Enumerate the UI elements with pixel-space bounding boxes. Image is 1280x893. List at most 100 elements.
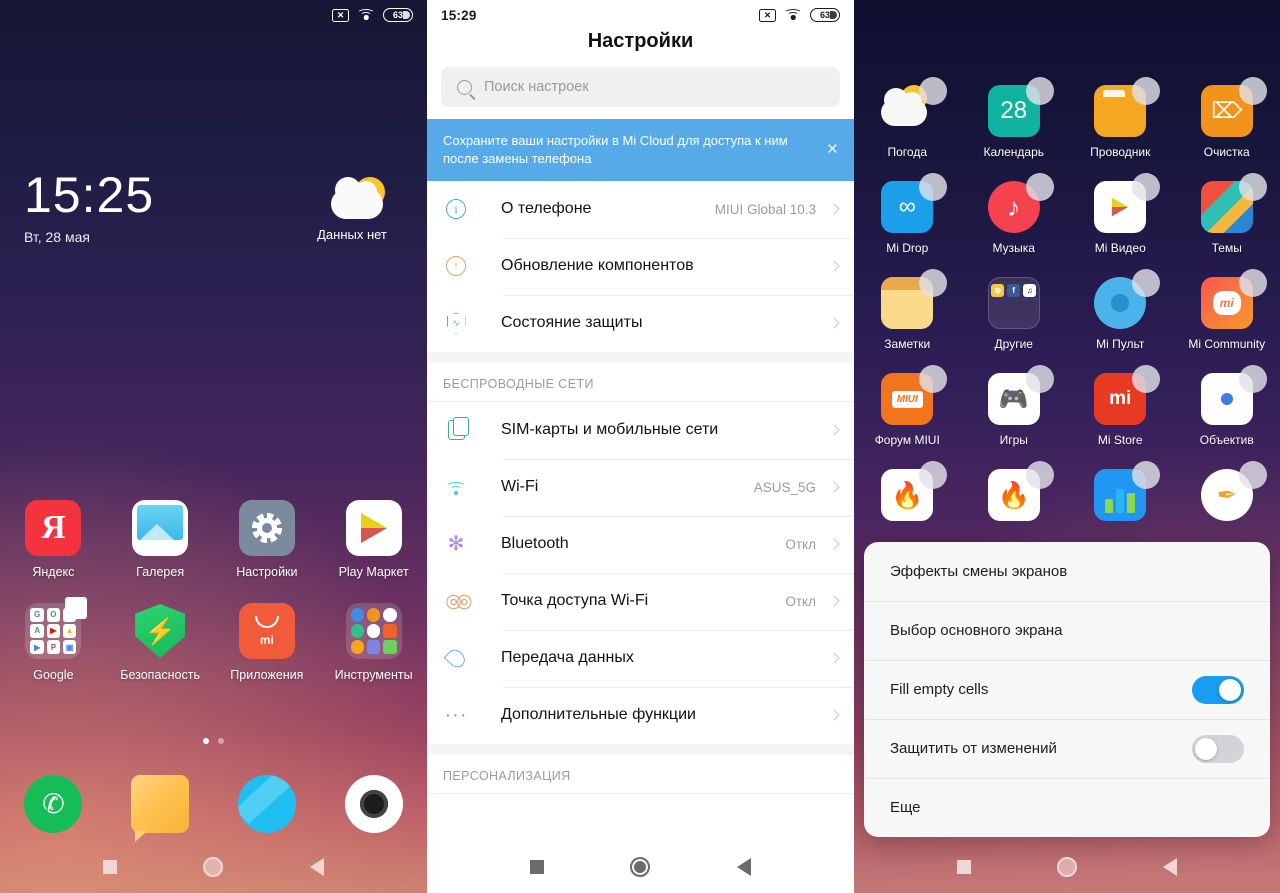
drawer-app-weather[interactable]: Погода [854, 77, 961, 159]
home-button[interactable] [630, 857, 651, 877]
back-button[interactable] [736, 858, 751, 876]
back-button[interactable] [309, 858, 324, 876]
recents-button[interactable] [103, 860, 118, 874]
selection-circle[interactable] [919, 173, 948, 201]
settings-row-wifi[interactable]: Wi-Fi ASUS_5G [427, 458, 854, 516]
selection-circle[interactable] [919, 77, 948, 105]
selection-circle[interactable] [1238, 461, 1267, 489]
drawer-app-label: Mi Community [1188, 337, 1266, 351]
search-input[interactable]: Поиск настроек [441, 67, 840, 107]
settings-row-data-usage[interactable]: Передача данных [427, 629, 854, 687]
settings-row-hotspot[interactable]: ◎◎ Точка доступа Wi-Fi Откл [427, 572, 854, 630]
selection-circle[interactable] [1025, 77, 1054, 105]
drawer-app-miui-forum[interactable]: MIUI Форум MIUI [854, 365, 961, 447]
dock-phone[interactable]: ✆ [0, 775, 107, 833]
drawer-app-music[interactable]: ♪ Музыка [961, 173, 1068, 255]
menu-item-default-screen[interactable]: Выбор основного экрана [864, 601, 1270, 660]
settings-row-component-update[interactable]: ↑ Обновление компонентов [427, 237, 854, 295]
back-button[interactable] [1163, 858, 1177, 876]
dock-camera[interactable] [320, 775, 427, 833]
home-button[interactable] [203, 857, 224, 877]
selection-circle[interactable] [1025, 365, 1054, 393]
settings-gear-icon [238, 500, 295, 556]
drawer-app-partial-3[interactable] [1067, 461, 1174, 529]
selection-circle[interactable] [1238, 77, 1267, 105]
selection-circle[interactable] [1025, 173, 1054, 201]
play-store-icon [345, 500, 402, 556]
clock-widget[interactable]: 15:25 Вт, 28 мая [24, 170, 154, 245]
selection-circle[interactable] [1132, 173, 1161, 201]
bluetooth-icon: ✻ [447, 533, 465, 556]
lock-layout-toggle[interactable] [1192, 734, 1244, 763]
drawer-folder-other[interactable]: ⊛ f ♫ Другие [961, 277, 1068, 351]
home-button[interactable] [1057, 857, 1077, 877]
selection-circle[interactable] [919, 461, 948, 489]
home-app-settings[interactable]: Настройки [214, 500, 321, 579]
hotspot-icon: ◎◎ [445, 590, 472, 612]
home-app-grid: Я Яндекс Галерея Настройки Play Маркет G… [0, 500, 427, 682]
drawer-app-cleaner[interactable]: ⌦ Очистка [1174, 77, 1280, 159]
settings-status-bar: 15:29 ✕ 63 [427, 0, 854, 30]
selection-circle[interactable] [1025, 461, 1054, 489]
drawer-app-notes[interactable]: Заметки [854, 269, 961, 351]
page-indicator-dots[interactable] [0, 738, 427, 744]
drawer-app-games[interactable]: 🎮 Игры [961, 365, 1068, 447]
home-app-apps[interactable]: mi Приложения [214, 603, 321, 682]
settings-row-label: Wi-Fi [501, 478, 539, 496]
settings-row-about-phone[interactable]: i О телефоне MIUI Global 10.3 [427, 181, 854, 238]
battery-icon: 63 [810, 8, 840, 22]
drawer-app-mi-drop[interactable]: ∞ Mi Drop [854, 173, 961, 255]
settings-row-label: Состояние защиты [501, 314, 643, 332]
dock-messages[interactable] [107, 775, 214, 842]
update-icon: ↑ [443, 256, 469, 277]
selection-circle[interactable] [1132, 77, 1161, 105]
drawer-app-partial-1[interactable]: 🔥 [854, 461, 961, 529]
selection-circle[interactable] [919, 269, 948, 297]
settings-row-security-status[interactable]: ∿ Состояние защиты [427, 294, 854, 352]
settings-row-value: MIUI Global 10.3 [714, 201, 816, 217]
weather-status-text: Данных нет [317, 227, 387, 242]
drawer-app-partial-4[interactable]: ✒ [1174, 461, 1280, 529]
drawer-app-file-explorer[interactable]: Проводник [1067, 77, 1174, 159]
selection-circle[interactable] [1238, 173, 1267, 201]
dock-browser[interactable] [214, 775, 321, 833]
home-app-security[interactable]: ⚡ Безопасность [107, 603, 214, 682]
drawer-app-calendar[interactable]: 28 Календарь [961, 77, 1068, 159]
close-icon[interactable]: × [827, 140, 838, 159]
menu-item-fill-empty-cells[interactable]: Fill empty cells [864, 660, 1270, 719]
fill-empty-cells-toggle[interactable] [1192, 675, 1244, 704]
settings-row-partial[interactable] [427, 793, 854, 818]
home-folder-tools[interactable]: Инструменты [320, 603, 427, 682]
drawer-app-mi-store[interactable]: mi Mi Store [1067, 365, 1174, 447]
recents-button[interactable] [530, 860, 545, 874]
settings-row-sim-cards[interactable]: SIM-карты и мобильные сети [427, 402, 854, 459]
recents-button[interactable] [957, 860, 971, 874]
weather-widget[interactable]: Данных нет [297, 175, 407, 242]
drawer-app-themes[interactable]: Темы [1174, 173, 1280, 255]
settings-row-value: Откл [785, 593, 816, 609]
settings-row-label: Обновление компонентов [501, 257, 694, 275]
selection-circle[interactable] [1132, 365, 1161, 393]
drawer-app-lens[interactable]: Объектив [1174, 365, 1280, 447]
drawer-app-label: Заметки [884, 337, 931, 351]
mi-logo-text: mi [1109, 388, 1132, 409]
drawer-app-mi-remote[interactable]: Mi Пульт [1067, 269, 1174, 351]
selection-circle[interactable] [1238, 365, 1267, 393]
menu-item-lock-layout[interactable]: Защитить от изменений [864, 719, 1270, 778]
menu-item-more[interactable]: Еще [864, 778, 1270, 837]
home-app-gallery[interactable]: Галерея [107, 500, 214, 579]
home-folder-google[interactable]: GOM A▶▲ ▶P▣ 1 Google [0, 597, 107, 682]
menu-item-transition-effects[interactable]: Эффекты смены экранов [864, 542, 1270, 601]
selection-circle[interactable] [919, 365, 948, 393]
drawer-app-mi-video[interactable]: Mi Видео [1067, 173, 1174, 255]
selection-circle[interactable] [1132, 269, 1161, 297]
mi-cloud-notification-banner[interactable]: Сохраните ваши настройки в Mi Cloud для … [427, 119, 854, 181]
selection-circle[interactable] [1238, 269, 1267, 297]
drawer-app-mi-community[interactable]: mi Mi Community [1174, 269, 1280, 351]
selection-circle[interactable] [1132, 461, 1161, 489]
settings-row-bluetooth[interactable]: ✻ Bluetooth Откл [427, 515, 854, 573]
home-app-play-market[interactable]: Play Маркет [320, 500, 427, 579]
settings-row-additional[interactable]: ··· Дополнительные функции [427, 686, 854, 744]
home-app-yandex[interactable]: Я Яндекс [0, 500, 107, 579]
drawer-app-partial-2[interactable]: 🔥 [961, 461, 1068, 529]
